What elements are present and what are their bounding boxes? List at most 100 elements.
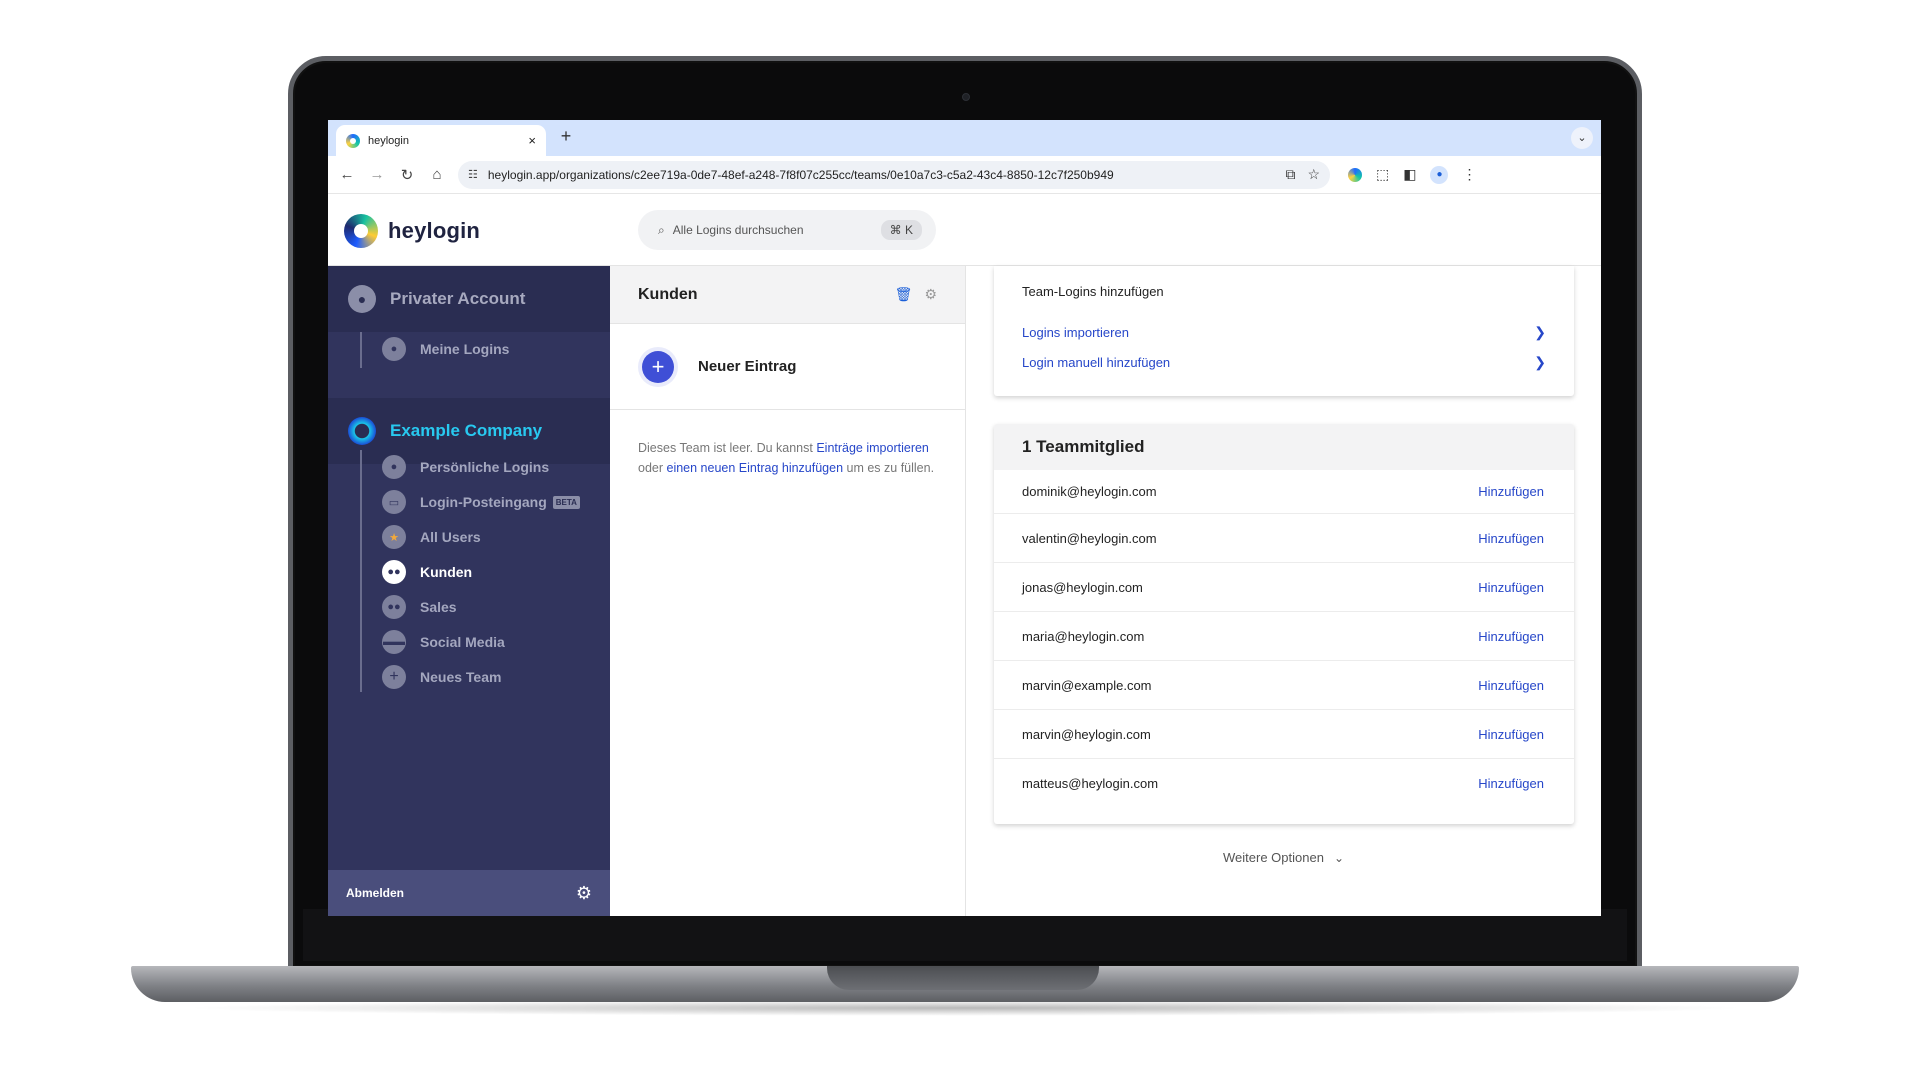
- side-panel-icon[interactable]: ◧: [1403, 166, 1416, 183]
- add-member-button[interactable]: Hinzufügen: [1478, 629, 1544, 644]
- sidebar-item-meine-logins[interactable]: ● Meine Logins: [382, 334, 509, 364]
- more-options-button[interactable]: Weitere Optionen ⌄: [966, 850, 1601, 865]
- new-tab-button[interactable]: +: [554, 126, 578, 147]
- home-icon[interactable]: ⌂: [422, 160, 452, 190]
- sidebar-item-login-posteingang[interactable]: ▭ Login-Posteingang BETA: [382, 487, 580, 517]
- search-placeholder: Alle Logins durchsuchen: [672, 223, 804, 237]
- table-row: matteus@heylogin.com Hinzufügen: [994, 759, 1574, 808]
- sidebar-item-label: Persönliche Logins: [420, 459, 550, 475]
- new-entry-button[interactable]: + Neuer Eintrag: [610, 324, 965, 410]
- import-logins-link[interactable]: Logins importieren ❯: [1022, 324, 1546, 341]
- plus-icon: +: [382, 665, 406, 689]
- add-member-button[interactable]: Hinzufügen: [1478, 776, 1544, 791]
- member-email: jonas@heylogin.com: [1022, 579, 1143, 595]
- add-member-button[interactable]: Hinzufügen: [1478, 678, 1544, 693]
- back-icon[interactable]: ←: [332, 160, 362, 190]
- add-logins-title: Team-Logins hinzufügen: [1022, 284, 1164, 299]
- add-member-button[interactable]: Hinzufügen: [1478, 484, 1544, 499]
- chevron-right-icon: ❯: [1534, 354, 1546, 370]
- trash-icon[interactable]: 🗑: [895, 286, 913, 303]
- sidebar-item-label: Sales: [420, 599, 457, 615]
- url-text: heylogin.app/organizations/c2ee719a-0de7…: [487, 167, 1114, 182]
- sunglasses-icon: ▬▬: [382, 630, 406, 654]
- empty-text-part: oder: [638, 461, 667, 475]
- browser-tab[interactable]: heylogin ×: [336, 125, 546, 156]
- add-member-button[interactable]: Hinzufügen: [1478, 531, 1544, 546]
- browser-tab-bar: heylogin × + ⌄: [328, 120, 1601, 156]
- camera-dot: [962, 93, 970, 101]
- bezel-bottom: [303, 909, 1627, 961]
- search-shortcut-badge: ⌘ K: [880, 220, 922, 240]
- sidebar-item-label: Login-Posteingang: [420, 494, 547, 510]
- screen: heylogin × + ⌄ ← → ↻ ⌂ ☷ heylogin.app/or…: [328, 120, 1601, 916]
- group-icon: ●●: [382, 595, 406, 619]
- private-account-label: Privater Account: [390, 289, 526, 308]
- chevron-down-icon: ⌄: [1333, 851, 1344, 865]
- add-entry-link[interactable]: einen neuen Eintrag hinzufügen: [667, 461, 844, 475]
- forward-icon[interactable]: →: [362, 160, 392, 190]
- address-bar[interactable]: ☷ heylogin.app/organizations/c2ee719a-0d…: [458, 160, 1330, 189]
- reload-icon[interactable]: ↻: [392, 160, 422, 190]
- add-manually-label: Login manuell hinzufügen: [1022, 355, 1171, 370]
- sidebar-item-label: Meine Logins: [420, 341, 510, 357]
- bookmark-star-icon[interactable]: ☆: [1307, 166, 1320, 183]
- sidebar-group-private[interactable]: ● Privater Account: [328, 266, 610, 332]
- empty-text-part: Dieses Team ist leer. Du kannst: [638, 441, 817, 455]
- members-card: 1 Teammitglied dominik@heylogin.com Hinz…: [994, 424, 1574, 824]
- site-settings-icon[interactable]: ☷: [468, 168, 478, 181]
- profile-avatar-icon[interactable]: ●: [1430, 165, 1449, 184]
- sidebar-item-persoenliche-logins[interactable]: ● Persönliche Logins: [382, 452, 549, 482]
- beta-badge: BETA: [552, 495, 580, 509]
- member-email: dominik@heylogin.com: [1022, 484, 1157, 499]
- heylogin-logo[interactable]: heylogin: [344, 214, 480, 248]
- sidebar-item-label: Social Media: [420, 634, 505, 650]
- sidebar-item-neues-team[interactable]: + Neues Team: [382, 662, 501, 692]
- sidebar-footer: Abmelden ⚙: [328, 870, 610, 916]
- empty-text-part: um es zu füllen.: [843, 461, 935, 475]
- sidebar-item-all-users[interactable]: ★ All Users: [382, 522, 481, 552]
- team-panel: Kunden 🗑 ⚙ + Neuer Eintrag Dieses Team i…: [610, 266, 966, 916]
- sidebar-item-sales[interactable]: ●● Sales: [382, 592, 457, 622]
- inbox-icon: ▭: [382, 490, 406, 514]
- install-app-icon[interactable]: ⧉: [1285, 166, 1295, 183]
- heylogin-extension-icon[interactable]: [1348, 167, 1362, 182]
- chevron-right-icon: ❯: [1534, 324, 1546, 340]
- laptop-shadow: [180, 1000, 1750, 1016]
- logo-text: heylogin: [388, 218, 481, 243]
- add-member-button[interactable]: Hinzufügen: [1478, 727, 1544, 742]
- team-panel-header: Kunden 🗑 ⚙: [610, 266, 965, 324]
- team-title: Kunden: [638, 285, 698, 303]
- laptop-notch: [827, 966, 1099, 990]
- sidebar-item-kunden[interactable]: ●● Kunden: [382, 557, 472, 587]
- sidebar-item-social-media[interactable]: ▬▬ Social Media: [382, 627, 505, 657]
- search-input[interactable]: ⌕ Alle Logins durchsuchen ⌘ K: [638, 210, 936, 250]
- logout-button[interactable]: Abmelden: [346, 886, 576, 900]
- more-options-label: Weitere Optionen: [1223, 850, 1324, 865]
- sidebar-item-label: Neues Team: [420, 669, 502, 685]
- import-logins-label: Logins importieren: [1022, 325, 1129, 340]
- add-manually-link[interactable]: Login manuell hinzufügen ❯: [1022, 354, 1546, 371]
- tab-close-icon[interactable]: ×: [528, 133, 536, 148]
- team-settings-gear-icon[interactable]: ⚙: [924, 286, 937, 303]
- member-email: maria@heylogin.com: [1022, 628, 1145, 644]
- user-icon: ●: [348, 285, 376, 313]
- tab-search-button[interactable]: ⌄: [1571, 127, 1593, 149]
- extensions-puzzle-icon[interactable]: ⬚: [1376, 166, 1389, 183]
- settings-gear-icon[interactable]: ⚙: [576, 883, 592, 904]
- star-icon: ★: [382, 525, 406, 549]
- add-member-button[interactable]: Hinzufügen: [1478, 580, 1544, 595]
- table-row: dominik@heylogin.com Hinzufügen: [994, 470, 1574, 514]
- browser-menu-icon[interactable]: ⋮: [1462, 166, 1476, 183]
- add-logins-card: Team-Logins hinzufügen Logins importiere…: [994, 266, 1574, 396]
- table-row: maria@heylogin.com Hinzufügen: [994, 612, 1574, 661]
- team-detail-panel: Team-Logins hinzufügen Logins importiere…: [966, 266, 1601, 916]
- heylogin-logo-icon: [344, 214, 378, 248]
- import-entries-link[interactable]: Einträge importieren: [816, 441, 929, 455]
- company-name-label: Example Company: [390, 421, 543, 440]
- table-row: valentin@heylogin.com Hinzufügen: [994, 514, 1574, 563]
- member-email: marvin@heylogin.com: [1022, 726, 1151, 742]
- member-email: matteus@heylogin.com: [1022, 776, 1159, 791]
- user-icon: ●: [382, 455, 406, 479]
- members-title: 1 Teammitglied: [994, 424, 1574, 470]
- tab-title: heylogin: [368, 134, 409, 147]
